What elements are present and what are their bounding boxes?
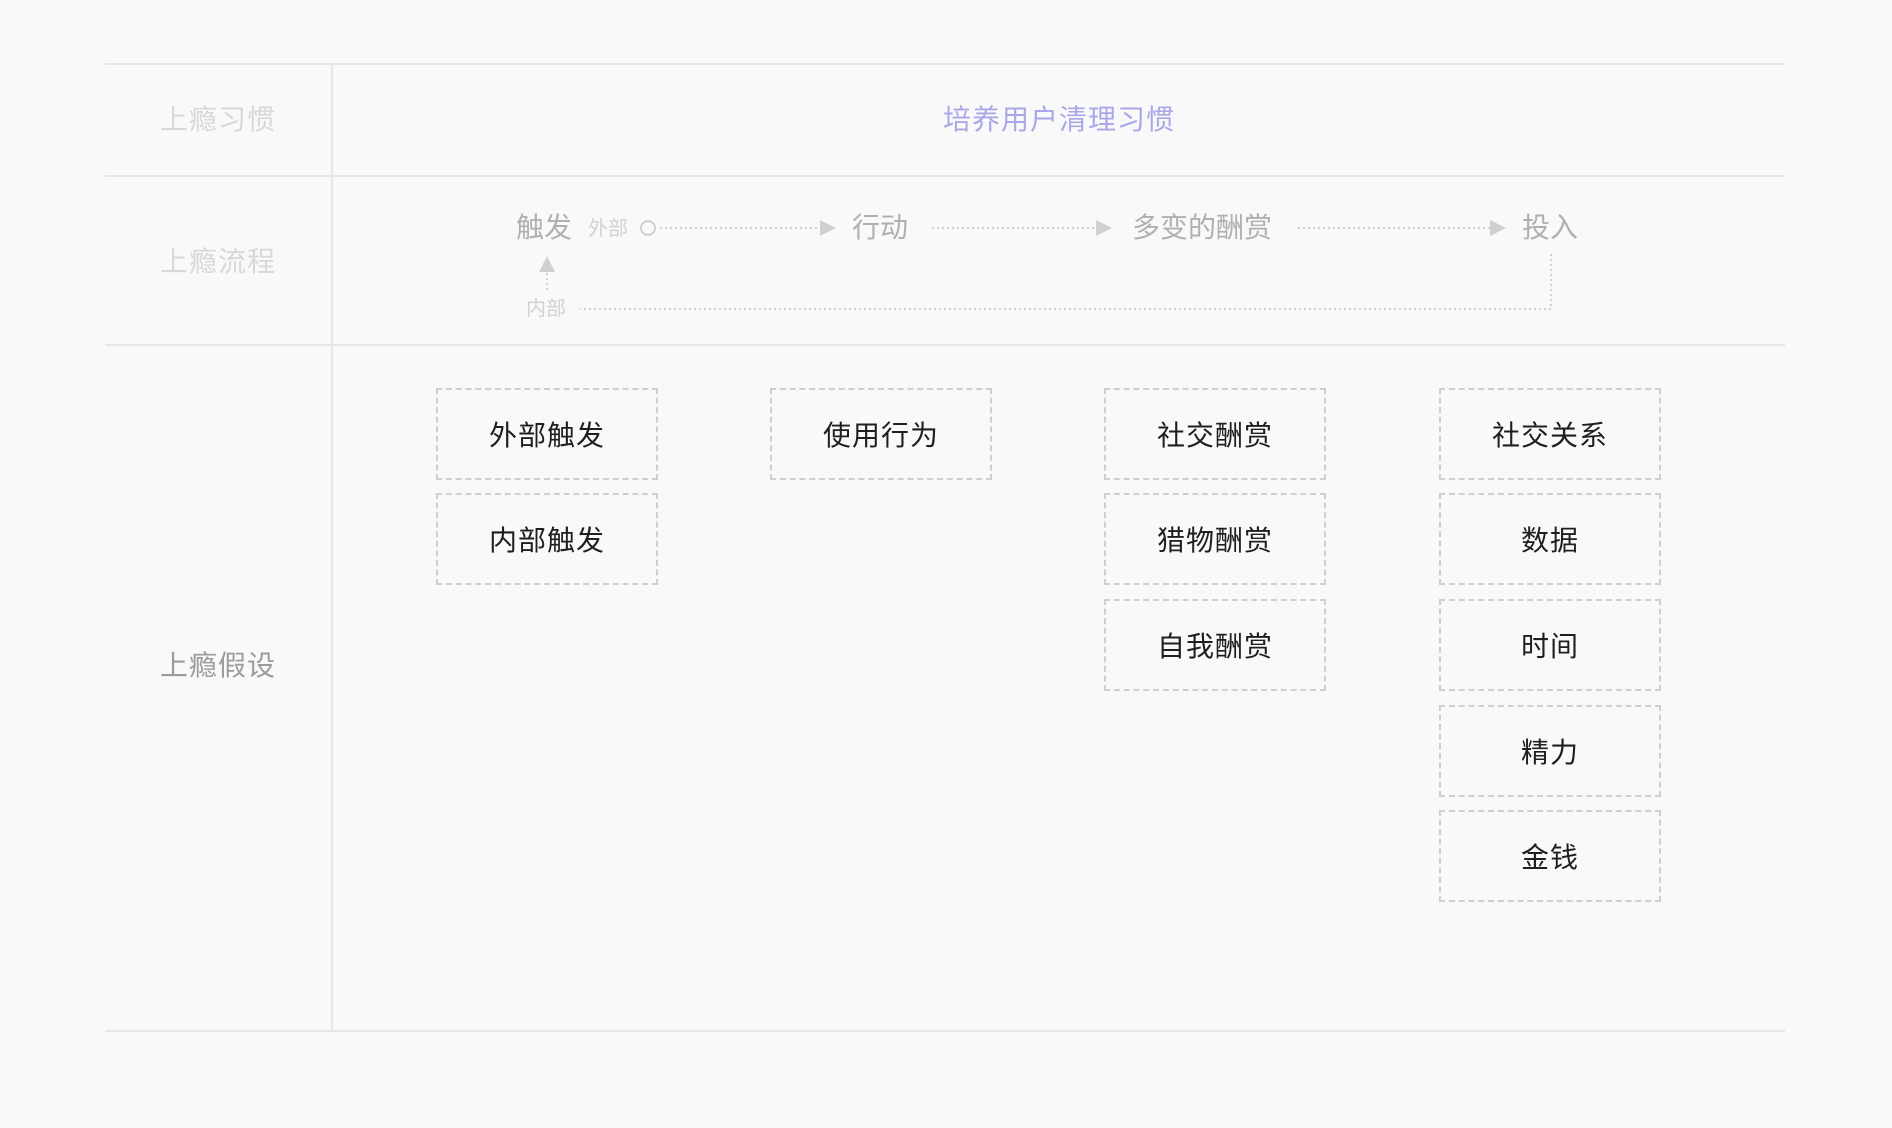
stage-trigger: 触发 — [516, 211, 573, 244]
arrowhead-action — [820, 220, 836, 236]
arrowhead-reward — [1096, 220, 1112, 236]
hypothesis-box-hunt-reward: 猎物酬赏 — [1104, 493, 1326, 585]
arrowhead-investment — [1490, 220, 1506, 236]
flow-label-external: 外部 — [588, 216, 628, 240]
hypothesis-box-data: 数据 — [1439, 493, 1661, 585]
flow-label-internal: 内部 — [526, 296, 566, 320]
hypothesis-box-social-reward: 社交酬赏 — [1104, 388, 1326, 480]
hypothesis-box-social-relations: 社交关系 — [1439, 388, 1661, 480]
stage-reward: 多变的酬赏 — [1132, 211, 1273, 244]
hypothesis-box-time: 时间 — [1439, 599, 1661, 691]
hypothesis-box-usage-behavior: 使用行为 — [770, 388, 992, 480]
external-trigger-node — [640, 220, 656, 236]
hypothesis-box-money: 金钱 — [1439, 810, 1661, 902]
arrowhead-trigger-up — [539, 256, 555, 272]
stage-action: 行动 — [852, 211, 909, 244]
hypothesis-box-external-trigger: 外部触发 — [436, 388, 658, 480]
stage-investment: 投入 — [1522, 211, 1579, 244]
hypothesis-box-internal-trigger: 内部触发 — [436, 493, 658, 585]
hypothesis-box-effort: 精力 — [1439, 705, 1661, 797]
hypothesis-box-self-reward: 自我酬赏 — [1104, 599, 1326, 691]
connector-investment-loop — [580, 254, 1552, 310]
